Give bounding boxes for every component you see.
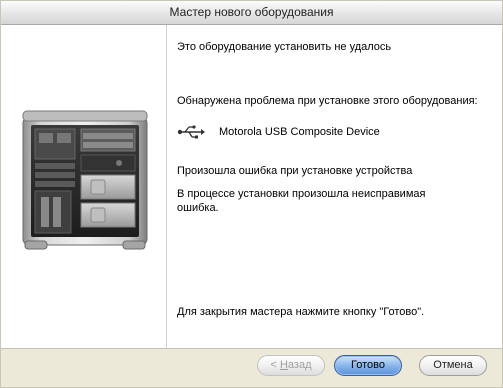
finish-hint: Для закрытия мастера нажмите кнопку "Гот… <box>177 306 425 318</box>
back-button-rest: азад <box>287 359 312 371</box>
error-detail-line1: В процессе установки произошла неисправи… <box>177 188 426 200</box>
usb-icon <box>177 125 205 139</box>
back-button-hotkey: Н <box>279 359 288 371</box>
window-title: Мастер нового оборудования <box>169 5 334 19</box>
wizard-side-panel <box>1 25 167 348</box>
computer-tower-icon <box>22 110 148 250</box>
error-detail-line2: ошибка. <box>177 202 219 214</box>
wizard-window: Мастер нового оборудования Это оборудова… <box>0 0 503 388</box>
title-bar[interactable]: Мастер нового оборудования <box>1 1 502 25</box>
back-button-prefix: < <box>270 359 280 371</box>
error-title: Произошла ошибка при установке устройств… <box>177 165 413 177</box>
finish-button[interactable]: Готово <box>334 355 402 376</box>
back-button[interactable]: < Назад <box>257 355 325 376</box>
device-name: Motorola USB Composite Device <box>219 126 380 138</box>
cancel-button[interactable]: Отмена <box>419 355 487 376</box>
wizard-content: Это оборудование установить не удалось О… <box>167 25 502 348</box>
problem-text: Обнаружена проблема при установке этого … <box>177 95 478 107</box>
status-heading: Это оборудование установить не удалось <box>177 41 392 53</box>
button-bar: < Назад Готово Отмена <box>1 348 502 387</box>
device-row: Motorola USB Composite Device <box>177 122 380 142</box>
